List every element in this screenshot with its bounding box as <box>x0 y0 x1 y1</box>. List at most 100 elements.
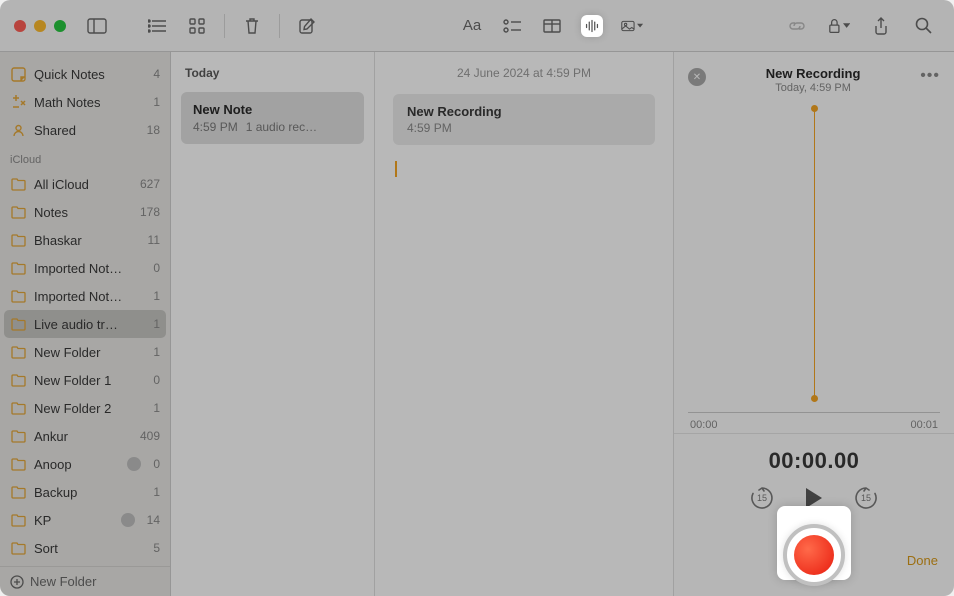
new-folder-label: New Folder <box>30 574 96 589</box>
sidebar-folder[interactable]: Sort5 <box>0 534 170 562</box>
math-icon <box>10 94 26 110</box>
sidebar-folder[interactable]: New Folder 1 <box>0 338 170 366</box>
sidebar-folder[interactable]: Backup1 <box>0 478 170 506</box>
folder-icon <box>10 316 26 332</box>
folder-icon <box>10 484 26 500</box>
playhead[interactable] <box>814 108 815 399</box>
sidebar-folder[interactable]: Imported Not…1 <box>0 282 170 310</box>
new-folder-button[interactable]: New Folder <box>0 566 170 596</box>
sidebar-item-label: Ankur <box>34 429 132 444</box>
sidebar-folder[interactable]: Anoop 0 <box>0 450 170 478</box>
sidebar-item-count: 1 <box>153 485 160 499</box>
sidebar-folder[interactable]: New Folder 10 <box>0 366 170 394</box>
sidebar-item-label: New Folder <box>34 345 145 360</box>
recording-time: 4:59 PM <box>407 121 641 135</box>
sidebar-folder[interactable]: Bhaskar 11 <box>0 226 170 254</box>
folder-icon <box>10 288 26 304</box>
sidebar-section-header: iCloud <box>0 144 170 170</box>
note-preview: 1 audio rec… <box>246 120 317 134</box>
folder-icon <box>10 260 26 276</box>
sidebar-item-math-notes[interactable]: Math Notes 1 <box>0 88 170 116</box>
sidebar-item-label: Notes <box>34 205 132 220</box>
checklist-icon[interactable] <box>501 15 523 37</box>
skip-forward-button[interactable]: 15 <box>852 484 880 512</box>
sidebar-item-count: 1 <box>153 317 160 331</box>
sidebar-item-label: Bhaskar <box>34 233 140 248</box>
media-icon[interactable] <box>621 15 643 37</box>
sidebar-item-label: All iCloud <box>34 177 132 192</box>
folder-icon <box>10 400 26 416</box>
sidebar-item-count: 1 <box>153 345 160 359</box>
sidebar-toggle-icon[interactable] <box>86 15 108 37</box>
sidebar-item-label: KP <box>34 513 113 528</box>
sidebar-item-label: Math Notes <box>34 95 145 110</box>
compose-icon[interactable] <box>296 15 318 37</box>
sidebar-folder[interactable]: Imported Not…0 <box>0 254 170 282</box>
text-cursor <box>395 161 397 177</box>
sidebar-item-count: 0 <box>153 457 160 471</box>
close-audio-panel[interactable]: ✕ <box>688 68 706 86</box>
notelist-section-header: Today <box>171 52 374 86</box>
folder-icon <box>10 176 26 192</box>
sidebar-folder[interactable]: Notes 178 <box>0 198 170 226</box>
sidebar-item-label: Anoop <box>34 457 119 472</box>
sidebar-item-count: 627 <box>140 177 160 191</box>
format-text-icon[interactable]: Aa <box>461 15 483 37</box>
skip-back-button[interactable]: 15 <box>748 484 776 512</box>
note-date: 24 June 2024 at 4:59 PM <box>375 52 673 88</box>
sidebar-item-label: Quick Notes <box>34 67 145 82</box>
lock-icon[interactable] <box>828 15 850 37</box>
sidebar-item-count: 0 <box>153 261 160 275</box>
recording-attachment[interactable]: New Recording 4:59 PM <box>393 94 655 145</box>
sidebar-item-count: 1 <box>153 401 160 415</box>
record-button[interactable] <box>783 524 845 586</box>
folder-icon <box>10 512 26 528</box>
sidebar-folder[interactable]: KP 14 <box>0 506 170 534</box>
search-icon[interactable] <box>912 15 934 37</box>
audio-subtitle: Today, 4:59 PM <box>714 82 912 94</box>
delete-icon[interactable] <box>241 15 263 37</box>
folder-icon <box>10 456 26 472</box>
sidebar-item-count: 1 <box>153 95 160 109</box>
waveform-area[interactable]: 00:00 00:01 <box>688 108 940 429</box>
sidebar-folder[interactable]: Live audio tr…1 <box>4 310 166 338</box>
audio-more-icon[interactable]: ••• <box>920 67 940 85</box>
sidebar-item-quick-notes[interactable]: Quick Notes 4 <box>0 60 170 88</box>
table-icon[interactable] <box>541 15 563 37</box>
sidebar-item-count: 18 <box>147 123 160 137</box>
time-end: 00:01 <box>910 419 938 431</box>
link-icon[interactable] <box>786 15 808 37</box>
share-icon[interactable] <box>870 15 892 37</box>
done-button[interactable]: Done <box>907 553 938 568</box>
window-minimize[interactable] <box>34 20 46 32</box>
folder-icon <box>10 372 26 388</box>
note-title: New Note <box>193 102 352 117</box>
shared-icon <box>10 122 26 138</box>
sidebar-folder[interactable]: All iCloud 627 <box>0 170 170 198</box>
sidebar-item-count: 4 <box>153 67 160 81</box>
sidebar-item-label: New Folder 2 <box>34 401 145 416</box>
elapsed-time: 00:00.00 <box>688 448 940 474</box>
time-start: 00:00 <box>690 419 718 431</box>
audio-record-icon[interactable] <box>581 15 603 37</box>
sidebar-item-count: 1 <box>153 289 160 303</box>
recording-title: New Recording <box>407 104 641 119</box>
sidebar-item-count: 178 <box>140 205 160 219</box>
sidebar-item-count: 409 <box>140 429 160 443</box>
window-zoom[interactable] <box>54 20 66 32</box>
sidebar-item-label: Sort <box>34 541 145 556</box>
sidebar-item-shared[interactable]: Shared18 <box>0 116 170 144</box>
folder-icon <box>10 540 26 556</box>
list-view-icon[interactable] <box>146 15 168 37</box>
folder-icon <box>10 344 26 360</box>
window-close[interactable] <box>14 20 26 32</box>
sidebar-folder[interactable]: New Folder 2 1 <box>0 394 170 422</box>
grid-view-icon[interactable] <box>186 15 208 37</box>
sidebar-item-label: New Folder 1 <box>34 373 145 388</box>
shared-badge-icon <box>121 513 135 527</box>
note-list-item[interactable]: New Note4:59 PM1 audio rec… <box>181 92 364 144</box>
sidebar-folder[interactable]: Ankur 409 <box>0 422 170 450</box>
folder-icon <box>10 232 26 248</box>
sidebar-item-count: 14 <box>147 513 160 527</box>
sidebar-item-count: 11 <box>148 233 160 247</box>
